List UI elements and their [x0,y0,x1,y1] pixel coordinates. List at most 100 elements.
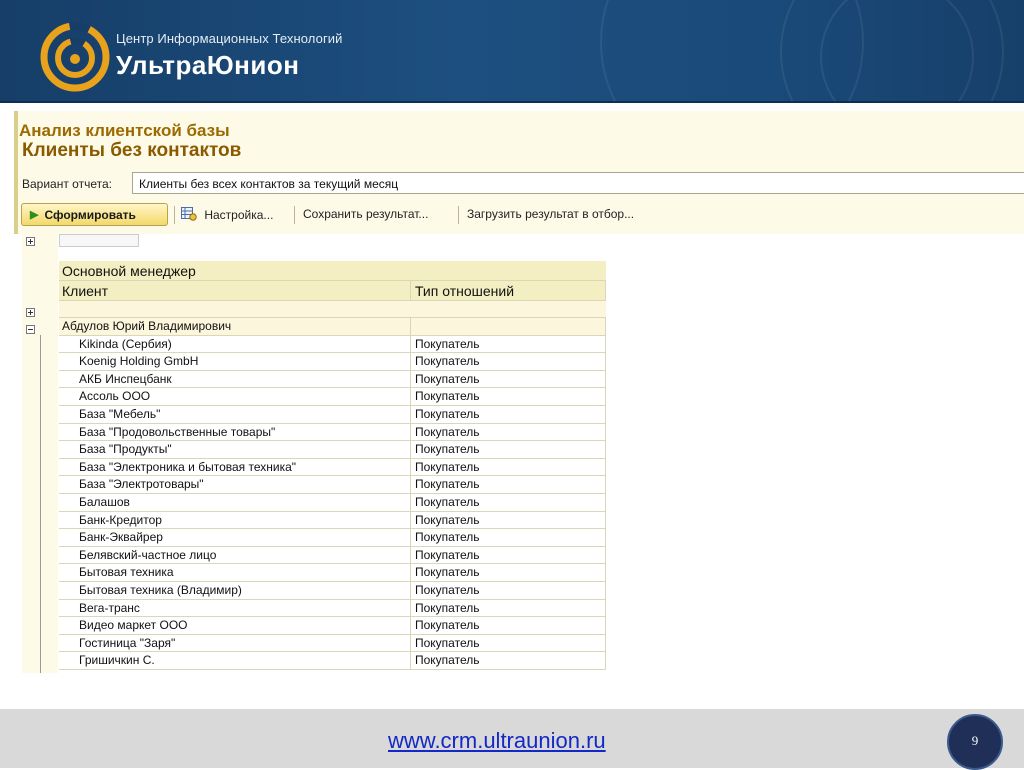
relation-cell: Покупатель [411,617,606,634]
table-row[interactable]: Kikinda (Сербия) Покупатель [59,335,606,354]
settings-label: Настройка... [204,208,274,222]
client-rows: Kikinda (Сербия) Покупатель Koenig Holding… [59,335,606,670]
table-row[interactable]: Гостиница "Заря" Покупатель [59,634,606,653]
save-result-button[interactable]: Сохранить результат... [303,207,428,221]
relation-cell: Покупатель [411,353,606,370]
table-row[interactable]: Банк-Кредитор Покупатель [59,511,606,530]
client-cell: Koenig Holding GmbH [59,353,411,370]
client-cell: Kikinda (Сербия) [59,335,411,353]
generate-report-button[interactable]: ▶ Сформировать [21,203,168,226]
relation-cell: Покупатель [411,564,606,581]
client-cell: База "Продовольственные товары" [59,423,411,441]
client-cell: Гришичкин С. [59,652,411,669]
client-cell: АКБ Инспецбанк [59,370,411,388]
table-row[interactable]: База "Электроника и бытовая техника" Поку… [59,458,606,477]
table-row[interactable]: База "Электротовары" Покупатель [59,476,606,494]
client-cell: Бытовая техника [59,564,411,581]
table-row[interactable]: Вега-транс Покупатель [59,599,606,618]
report-table: Основной менеджер Клиент Тип отношений А… [59,234,606,670]
page-title: Клиенты без контактов [22,140,242,161]
table-spacer-row [59,234,606,248]
breadcrumb: Анализ клиентской базы [19,121,230,136]
manager-relation [411,318,606,335]
report-window: Анализ клиентской базы Клиенты без конта… [14,111,1024,673]
client-cell: Вега-транс [59,599,411,617]
toolbar-separator [458,206,459,224]
column-header-relation: Тип отношений [411,281,606,300]
client-cell: Банк-Кредитор [59,511,411,529]
relation-cell: Покупатель [411,405,606,423]
table-header-row: Основной менеджер [59,261,606,281]
table-row[interactable]: Гришичкин С. Покупатель [59,652,606,670]
client-cell: Видео маркет ООО [59,617,411,634]
table-row[interactable]: Бытовая техника Покупатель [59,564,606,582]
relation-cell: Покупатель [411,581,606,599]
settings-button[interactable]: Настройка... [181,207,273,222]
grouping-gutter [22,234,58,673]
load-to-filter-button[interactable]: Загрузить результат в отбор... [467,207,634,221]
column-header-client: Клиент [59,281,411,300]
client-cell: Гостиница "Заря" [59,634,411,652]
table-row[interactable]: Koenig Holding GmbH Покупатель [59,353,606,371]
client-cell: Балашов [59,493,411,511]
play-icon: ▶ [30,209,39,221]
ultraunion-logo-icon [40,22,110,92]
expand-icon[interactable] [26,308,35,317]
variant-label: Вариант отчета: [22,177,112,191]
report-variant-field[interactable]: Клиенты без всех контактов за текущий ме… [132,172,1024,194]
relation-cell: Покупатель [411,634,606,652]
relation-cell: Покупатель [411,458,606,476]
slide-header: Центр Информационных Технологий УльтраЮн… [0,0,1024,101]
client-cell: Белявский-частное лицо [59,546,411,564]
table-row[interactable]: Балашов Покупатель [59,493,606,512]
table-row[interactable]: База "Продовольственные товары" Покупател… [59,423,606,442]
relation-cell: Покупатель [411,599,606,617]
report-spreadsheet: Основной менеджер Клиент Тип отношений А… [14,234,1024,673]
relation-cell: Покупатель [411,388,606,405]
table-row[interactable]: Ассоль ООО Покупатель [59,388,606,406]
expand-icon[interactable] [26,237,35,246]
table-row[interactable]: База "Продукты" Покупатель [59,441,606,459]
relation-cell: Покупатель [411,529,606,546]
relation-cell: Покупатель [411,441,606,458]
empty-cell[interactable] [59,234,139,247]
tree-line [40,335,41,673]
relation-cell: Покупатель [411,511,606,529]
toolbar-separator [174,206,175,224]
relation-cell: Покупатель [411,370,606,388]
relation-cell: Покупатель [411,546,606,564]
header-decoration [600,0,864,101]
table-row[interactable]: Бытовая техника (Владимир) Покупатель [59,581,606,600]
client-cell: Банк-Эквайрер [59,529,411,546]
client-cell: База "Продукты" [59,441,411,458]
table-row[interactable]: Белявский-частное лицо Покупатель [59,546,606,565]
page-number-badge: 9 [947,714,1003,770]
brand-subtitle: Центр Информационных Технологий [116,31,343,46]
relation-cell: Покупатель [411,335,606,353]
client-cell: Бытовая техника (Владимир) [59,581,411,599]
client-cell: Ассоль ООО [59,388,411,405]
table-spacer-row [59,248,606,261]
table-row[interactable]: Видео маркет ООО Покупатель [59,617,606,635]
relation-cell: Покупатель [411,493,606,511]
table-row[interactable]: АКБ Инспецбанк Покупатель [59,370,606,389]
report-toolbar: ▶ Сформировать Настройка... Сохранить ре… [21,203,1021,227]
website-link[interactable]: www.crm.ultraunion.ru [388,728,606,754]
relation-cell: Покупатель [411,476,606,493]
table-header-row: Клиент Тип отношений [59,281,606,301]
slide-footer: www.crm.ultraunion.ru 9 [0,709,1024,770]
table-row[interactable]: Банк-Эквайрер Покупатель [59,529,606,547]
table-row[interactable]: База "Мебель" Покупатель [59,405,606,424]
client-cell: База "Мебель" [59,405,411,423]
collapse-icon[interactable] [26,325,35,334]
column-header-manager: Основной менеджер [62,263,196,279]
toolbar-separator [294,206,295,224]
manager-group-row[interactable]: Абдулов Юрий Владимирович [59,318,606,336]
header-divider [0,101,1024,103]
relation-cell: Покупатель [411,423,606,441]
collapsed-group-row[interactable] [59,301,606,318]
client-cell: База "Электротовары" [59,476,411,493]
brand-name: УльтраЮнион [116,50,300,80]
relation-cell: Покупатель [411,652,606,669]
client-cell: База "Электроника и бытовая техника" [59,458,411,476]
